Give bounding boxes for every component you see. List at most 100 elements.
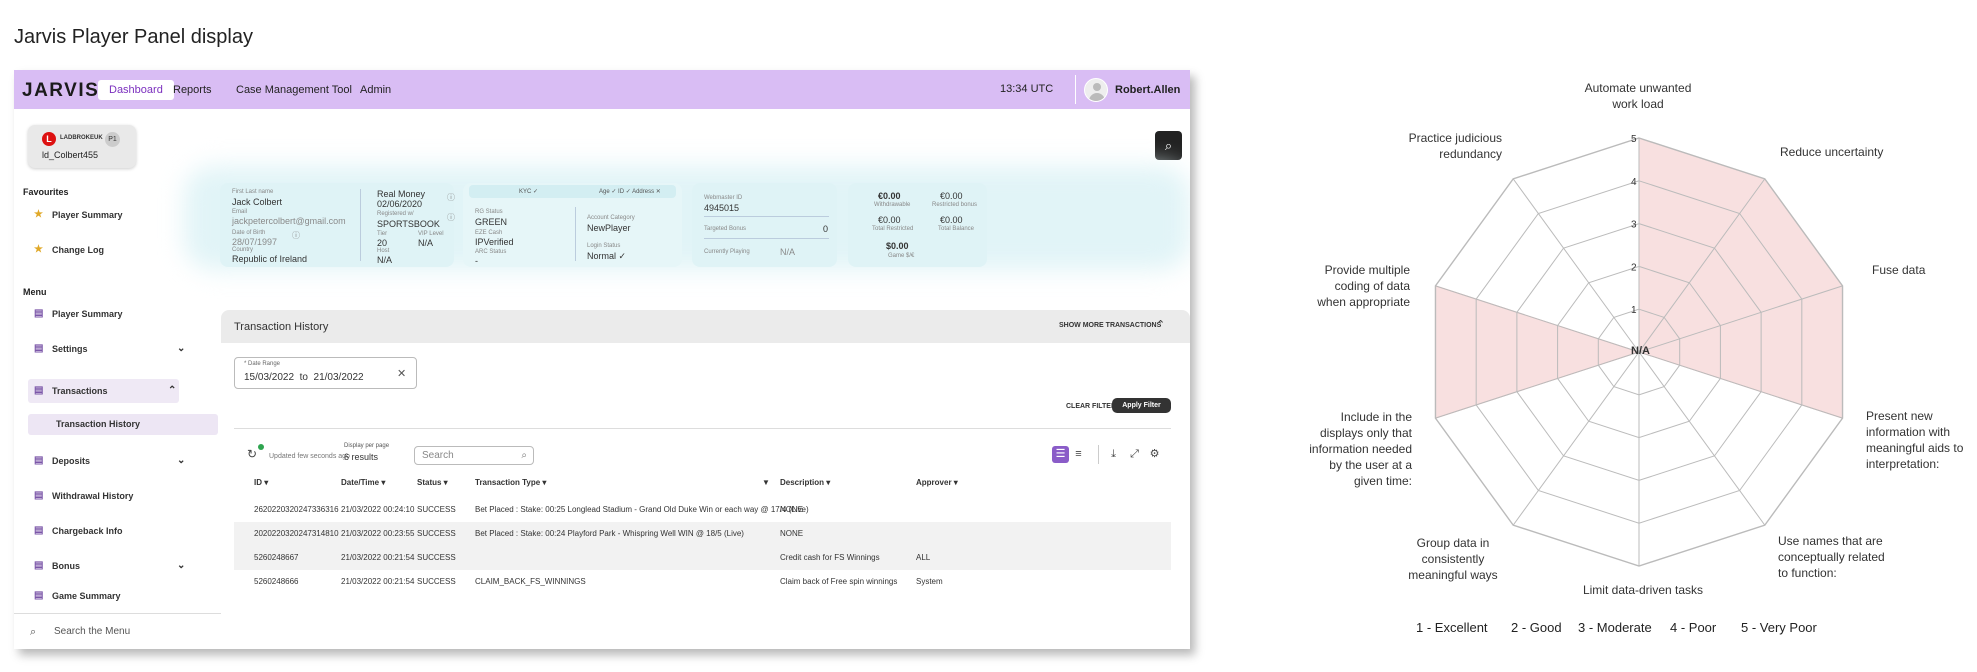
- table-row[interactable]: 5260248667 21/03/2022 00:21:54 SUCCESS C…: [234, 546, 1171, 570]
- download-icon[interactable]: ⤓: [1105, 446, 1122, 463]
- radar-tick-label: 1: [1631, 305, 1637, 316]
- col-status[interactable]: Status ▾: [417, 478, 448, 494]
- compact-view-icon[interactable]: ≡: [1070, 446, 1087, 463]
- menu-label: Deposits: [52, 456, 91, 466]
- search-button[interactable]: ⌕: [1155, 131, 1182, 160]
- date-to: 21/03/2022: [313, 372, 364, 383]
- refresh-icon[interactable]: ↻: [247, 447, 257, 461]
- label: Email: [232, 209, 248, 215]
- date-range-label: * Date Range: [244, 361, 281, 367]
- chevron-down-icon: ⌄: [177, 455, 186, 466]
- date-range-value: 15/03/2022 to 21/03/2022: [244, 372, 364, 383]
- withdrawable-value: €0.00: [878, 191, 901, 201]
- axis-label: Present new information with meaningful …: [1866, 409, 1964, 471]
- page-icon: ▤: [34, 308, 44, 319]
- fav-player-summary[interactable]: ★ Player Summary: [28, 203, 188, 227]
- label: EZE Cash: [475, 230, 503, 236]
- col-description[interactable]: Description ▾: [780, 478, 830, 494]
- menu-chargeback-info[interactable]: ▤ Chargeback Info: [28, 519, 188, 543]
- brand-card[interactable]: L LADBROKEUK P1 ld_Colbert455: [28, 125, 136, 168]
- fav-label: Player Summary: [52, 210, 123, 220]
- menu-settings[interactable]: ▤ Settings ⌄: [28, 337, 188, 361]
- cell-status: SUCCESS: [417, 577, 456, 586]
- user-menu[interactable]: Robert.Allen: [1075, 75, 1180, 104]
- menu-game-summary[interactable]: ▤ Game Summary: [28, 589, 188, 603]
- page-icon: ▤: [34, 490, 44, 501]
- targeted-bonus: 0: [823, 224, 829, 234]
- label: Country: [232, 247, 254, 253]
- radar-tick-label: 4: [1631, 177, 1637, 188]
- col-datetime[interactable]: Date/Time ▾: [341, 478, 385, 494]
- list-view-icon[interactable]: ☰: [1052, 446, 1069, 463]
- apply-filter-button[interactable]: Apply Filter: [1112, 398, 1171, 413]
- eze-cash: IPVerified: [475, 237, 514, 247]
- filter-icon[interactable]: ▼: [762, 478, 770, 494]
- ladbrokes-logo: L: [42, 132, 56, 146]
- menu-deposits[interactable]: ▤ Deposits ⌄: [28, 449, 188, 473]
- menu-bonus[interactable]: ▤ Bonus ⌄: [28, 554, 188, 578]
- nav-admin[interactable]: Admin: [349, 80, 402, 100]
- clear-filter-button[interactable]: CLEAR FILTER: [1066, 403, 1116, 410]
- avatar: [1084, 77, 1108, 102]
- live-status-dot: [258, 444, 264, 450]
- info-icon[interactable]: ⓘ: [292, 230, 300, 241]
- clear-date-icon[interactable]: ✕: [397, 367, 406, 380]
- menu-search[interactable]: ⌕ Search the Menu: [14, 613, 222, 649]
- player-dob: 28/07/1997: [232, 237, 278, 247]
- info-icon[interactable]: ⓘ: [447, 192, 455, 203]
- fav-change-log[interactable]: ★ Change Log: [28, 238, 188, 262]
- label: Account Category: [587, 215, 635, 221]
- date-from: 15/03/2022: [244, 372, 295, 383]
- page-title: Jarvis Player Panel display: [14, 26, 253, 48]
- vip-value: N/A: [418, 238, 434, 248]
- cell-status: SUCCESS: [417, 505, 456, 514]
- axis-label: Fuse data: [1872, 263, 1926, 277]
- menu-transactions[interactable]: ▤ Transactions ⌃: [28, 379, 179, 403]
- cell-type: Bet Placed : Stake: 00:24 Playford Park …: [475, 529, 744, 538]
- menu-label: Transactions: [52, 386, 108, 396]
- axis-label: Include in the displays only that inform…: [1309, 410, 1412, 488]
- kyc-card: KYC ✓ Age ✓ ID ✓ Address ✕ RG Status GRE…: [463, 183, 682, 267]
- label: Total Restricted: [872, 226, 914, 232]
- table-row[interactable]: 5260248666 21/03/2022 00:21:54 SUCCESS C…: [234, 570, 1171, 594]
- info-icon[interactable]: ⓘ: [447, 212, 455, 223]
- label: Currently Playing: [704, 249, 750, 255]
- cell-type: CLAIM_BACK_FS_WINNINGS: [475, 577, 586, 586]
- label: Login Status: [587, 243, 621, 249]
- table-search-input[interactable]: Search ⌕: [414, 446, 534, 465]
- col-id[interactable]: ID ▾: [254, 478, 268, 494]
- money-label: Real Money: [377, 189, 426, 199]
- cell-id: 5260248666: [254, 577, 299, 586]
- menu-withdrawal-history[interactable]: ▤ Withdrawal History: [28, 484, 188, 508]
- panel-header: Transaction History SHOW MORE TRANSACTIO…: [221, 310, 1190, 343]
- cell-description: NONE: [780, 529, 804, 538]
- label: First Last name: [232, 189, 274, 195]
- menu-player-summary[interactable]: ▤ Player Summary: [28, 302, 188, 326]
- chevron-up-icon[interactable]: ⌃: [1156, 318, 1165, 331]
- nav-reports[interactable]: Reports: [162, 80, 223, 100]
- table-row[interactable]: 2020220320247314810 21/03/2022 00:23:55 …: [234, 522, 1171, 546]
- col-transaction-type[interactable]: Transaction Type ▾: [475, 478, 546, 494]
- balance-card: €0.00 Withdrawable €0.00 Restricted bonu…: [848, 183, 987, 267]
- radar-tick-label: N/A: [1631, 345, 1650, 357]
- gear-icon[interactable]: ⚙: [1146, 446, 1163, 463]
- nav-case-management[interactable]: Case Management Tool: [225, 80, 363, 100]
- menu-transaction-history[interactable]: Transaction History: [28, 414, 218, 435]
- webmaster-id: 4945015: [704, 203, 740, 213]
- expand-icon[interactable]: ⤢: [1126, 446, 1143, 463]
- label: Registered w/: [377, 211, 414, 217]
- table-row[interactable]: 2620220320247336316 21/03/2022 00:24:10 …: [234, 498, 1171, 522]
- show-more-button[interactable]: SHOW MORE TRANSACTIONS: [1059, 322, 1161, 329]
- money-date: 02/06/2020: [377, 199, 423, 209]
- label: Total Balance: [938, 226, 975, 232]
- brand-name: LADBROKEUK: [60, 135, 103, 141]
- date-range-field[interactable]: * Date Range 15/03/2022 to 21/03/2022 ✕: [234, 357, 417, 389]
- kyc-checks: Age ✓ ID ✓ Address ✕: [599, 189, 661, 195]
- label: Tier: [377, 231, 388, 237]
- col-approver[interactable]: Approver ▾: [916, 478, 958, 494]
- label: Host: [377, 248, 390, 254]
- chevron-down-icon: ⌄: [177, 343, 186, 354]
- cell-approver: ALL: [916, 553, 931, 562]
- display-per-page-select[interactable]: 6 results: [344, 452, 378, 462]
- radar-tick-label: 5: [1631, 134, 1637, 145]
